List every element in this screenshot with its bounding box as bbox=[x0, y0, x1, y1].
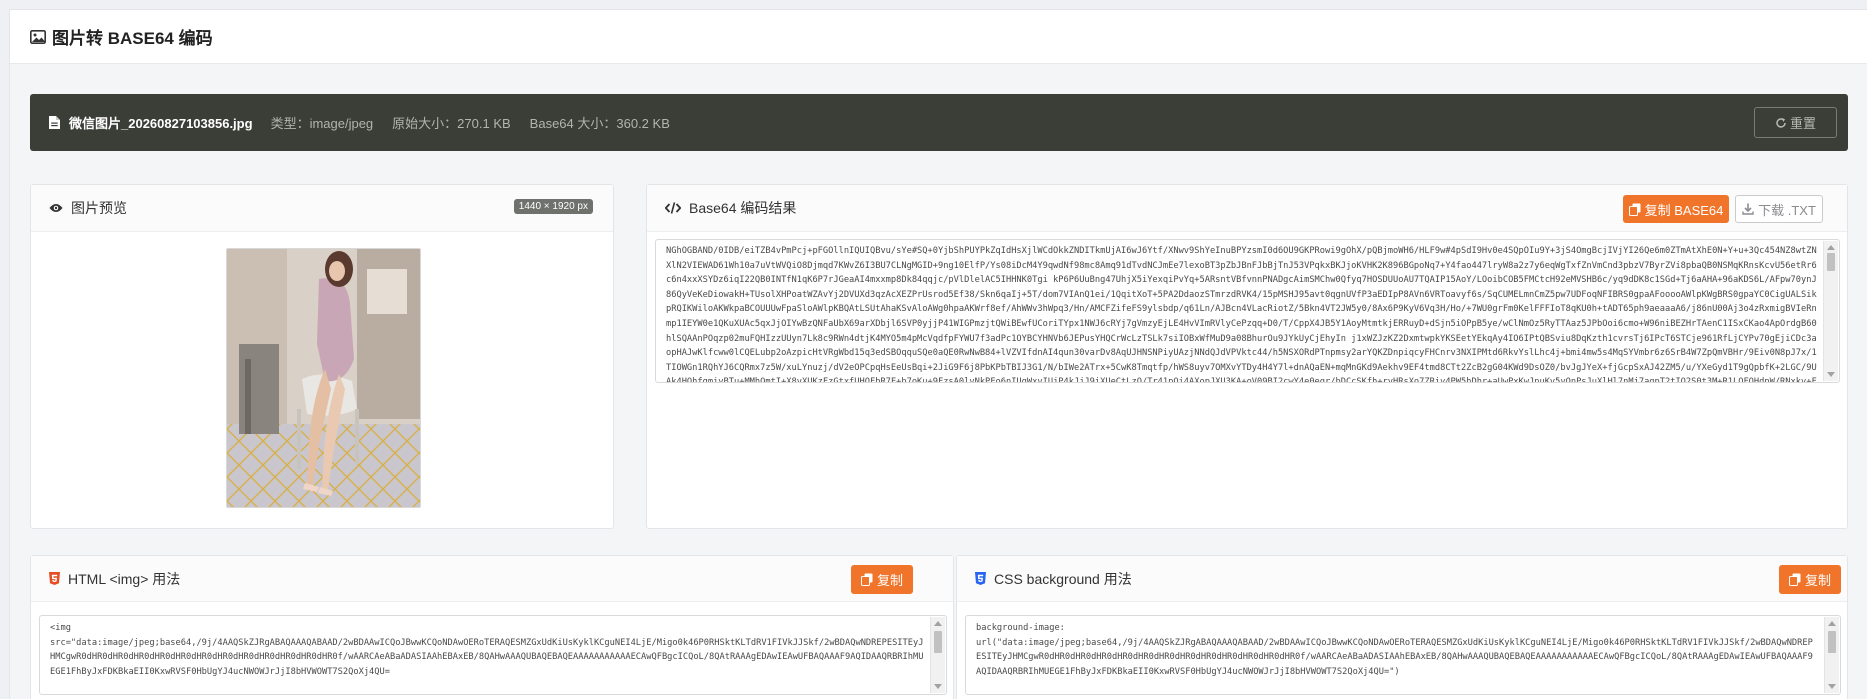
scroll-down-arrow-icon[interactable] bbox=[1827, 372, 1835, 377]
copy-css-button[interactable]: 复制 bbox=[1779, 565, 1841, 594]
scroll-thumb[interactable] bbox=[1827, 253, 1835, 271]
file-icon bbox=[49, 116, 60, 129]
scroll-thumb[interactable] bbox=[1828, 631, 1836, 653]
eye-icon bbox=[49, 203, 63, 213]
copy-html-label: 复制 bbox=[876, 573, 903, 588]
scroll-down-arrow-icon[interactable] bbox=[934, 684, 942, 689]
html-usage-textarea[interactable]: <img src="data:image/jpeg;base64,/9j/4AA… bbox=[39, 615, 947, 695]
base64-size: Base64 大小：360.2 KB bbox=[529, 116, 670, 131]
file-type: 类型：image/jpeg bbox=[270, 116, 374, 131]
scroll-up-arrow-icon[interactable] bbox=[1828, 621, 1836, 626]
download-txt-label: 下载 .TXT bbox=[1758, 202, 1816, 218]
file-info-bar: 微信图片_20260827103856.jpg 类型：image/jpeg 原始… bbox=[30, 94, 1848, 151]
preview-photo bbox=[227, 249, 420, 507]
page-header: 图片转 BASE64 编码 bbox=[10, 10, 1867, 64]
copy-icon bbox=[1628, 203, 1641, 216]
css-usage-header: CSS background 用法 bbox=[957, 556, 1847, 602]
html-usage-header: HTML <img> 用法 bbox=[31, 556, 953, 602]
page: 图片转 BASE64 编码 微信图片_20260827103856.jpg 类型… bbox=[9, 9, 1867, 699]
page-title: 图片转 BASE64 编码 bbox=[52, 29, 213, 48]
preview-panel: 图片预览 1440 × 1920 px bbox=[30, 184, 614, 529]
base64-output-text: NGhOGBAND/0IDB/eiTZB4vPmPcj+pFGOllnIQUIQ… bbox=[666, 246, 1817, 382]
css-usage-textarea[interactable]: background-image: url("data:image/jpeg;b… bbox=[965, 615, 1841, 695]
copy-css-label: 复制 bbox=[1804, 573, 1831, 588]
css-usage-panel: CSS background 用法 复制 background-image: u… bbox=[956, 555, 1848, 699]
copy-icon bbox=[1788, 573, 1801, 586]
copy-icon bbox=[860, 573, 873, 586]
html5-icon bbox=[49, 572, 60, 585]
base64-result-panel: Base64 编码结果 复制 BASE64 下载 .TXT NGhOGBAND/… bbox=[646, 184, 1848, 529]
download-icon bbox=[1742, 203, 1754, 215]
original-size: 原始大小：270.1 KB bbox=[392, 116, 511, 131]
copy-base64-button[interactable]: 复制 BASE64 bbox=[1623, 195, 1729, 223]
file-name: 微信图片_20260827103856.jpg bbox=[69, 116, 253, 131]
base64-output-textarea[interactable]: NGhOGBAND/0IDB/eiTZB4vPmPcj+pFGOllnIQUIQ… bbox=[655, 239, 1840, 383]
scroll-thumb[interactable] bbox=[934, 631, 942, 653]
reset-button[interactable]: 重置 bbox=[1754, 107, 1837, 138]
css-usage-title: CSS background 用法 bbox=[994, 570, 1132, 587]
copy-base64-label: 复制 BASE64 bbox=[1644, 202, 1724, 218]
css-usage-code: background-image: url("data:image/jpeg;b… bbox=[976, 623, 1813, 677]
download-txt-button[interactable]: 下载 .TXT bbox=[1735, 195, 1823, 223]
image-icon bbox=[30, 29, 46, 44]
copy-html-button[interactable]: 复制 bbox=[851, 565, 913, 594]
image-size-badge: 1440 × 1920 px bbox=[513, 199, 593, 214]
refresh-icon bbox=[1776, 117, 1786, 128]
scroll-down-arrow-icon[interactable] bbox=[1828, 684, 1836, 689]
base64-output-scrollbar[interactable] bbox=[1823, 241, 1838, 381]
reset-label: 重置 bbox=[1789, 116, 1816, 131]
html-usage-title: HTML <img> 用法 bbox=[68, 570, 181, 587]
html-usage-code: <img src="data:image/jpeg;base64,/9j/4AA… bbox=[50, 623, 924, 677]
image-preview bbox=[226, 248, 421, 508]
code-icon bbox=[665, 202, 681, 214]
html-usage-panel: HTML <img> 用法 复制 <img src="data:image/jp… bbox=[30, 555, 954, 699]
scroll-up-arrow-icon[interactable] bbox=[1827, 245, 1835, 250]
css3-icon bbox=[975, 572, 986, 585]
preview-title: 图片预览 bbox=[71, 200, 127, 216]
css-usage-scrollbar[interactable] bbox=[1824, 617, 1839, 693]
scroll-up-arrow-icon[interactable] bbox=[934, 621, 942, 626]
html-usage-scrollbar[interactable] bbox=[930, 617, 945, 693]
base64-title: Base64 编码结果 bbox=[689, 200, 797, 216]
